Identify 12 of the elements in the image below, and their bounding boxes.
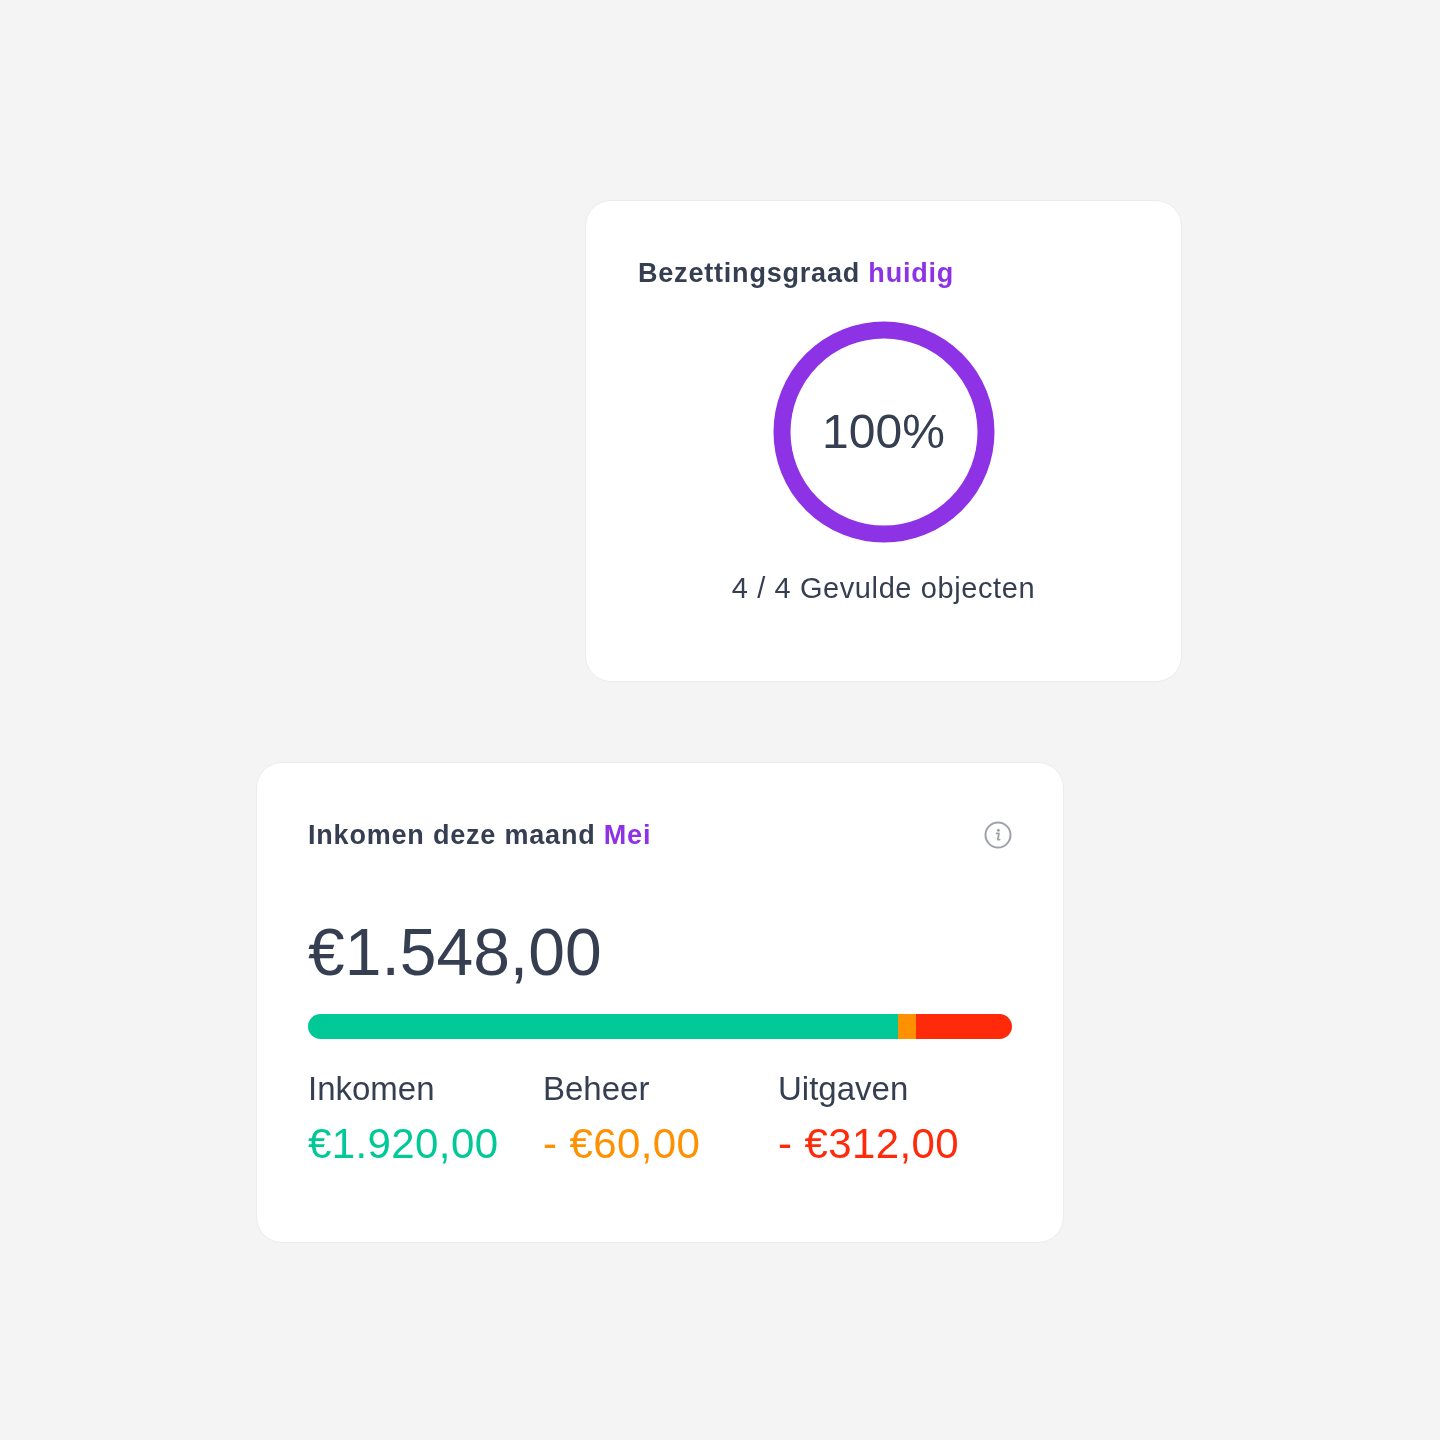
occupancy-caption: 4 / 4 Gevulde objecten	[731, 571, 1036, 605]
info-icon[interactable]	[984, 821, 1012, 849]
breakdown-amount: - €60,00	[543, 1120, 701, 1168]
breakdown-amount: €1.920,00	[308, 1120, 499, 1168]
breakdown-label: Inkomen	[308, 1070, 435, 1108]
percentage-value: 100%	[822, 404, 945, 460]
card-title: Bezettingsgraad huidig	[638, 257, 955, 289]
card-title: Inkomen deze maand Mei	[308, 819, 652, 851]
breakdown-amount: - €312,00	[778, 1120, 960, 1168]
breakdown-label: Beheer	[543, 1070, 650, 1108]
breakdown-label: Uitgaven	[778, 1070, 909, 1108]
total-amount: €1.548,00	[308, 915, 602, 989]
